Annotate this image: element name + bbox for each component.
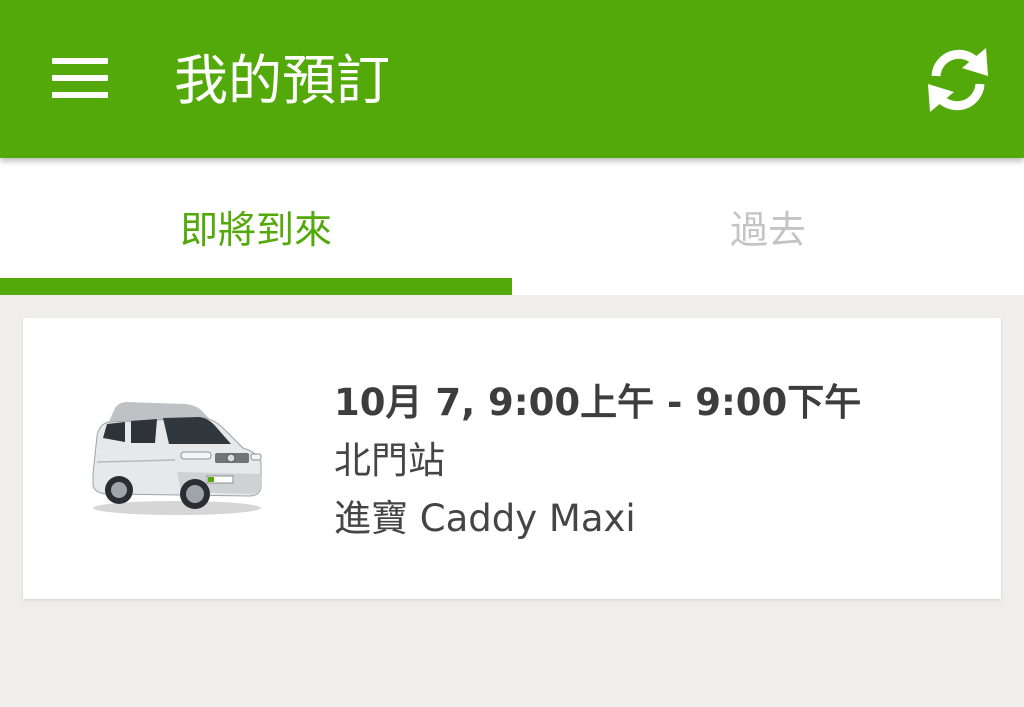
active-tab-indicator [0,278,512,295]
refresh-icon [928,48,988,112]
hamburger-menu-icon [40,46,120,110]
app-bar: 我的預訂 [0,0,1024,158]
page-title: 我的預訂 [174,49,390,112]
tab-upcoming-label: 即將到來 [179,208,332,252]
tab-past-label: 過去 [729,208,806,252]
tab-upcoming[interactable]: 即將到來 [0,158,512,295]
tab-past[interactable]: 過去 [512,158,1024,295]
menu-button[interactable] [40,46,120,110]
reservation-location: 北門站 [334,439,445,482]
reservation-card[interactable]: 10月 7, 9:00上午 - 9:00下午 北門站 進寶 Caddy Maxi [23,318,1001,599]
reservation-datetime: 10月 7, 9:00上午 - 9:00下午 [334,381,862,424]
reservation-vehicle: 進寶 Caddy Maxi [334,497,636,540]
refresh-button[interactable] [914,36,1002,124]
app-screen: 我的預訂 即將到來 過去 10月 7, 9:00上午 - 9:00下午 北門站 … [0,0,1024,707]
tab-bar: 即將到來 過去 [0,158,1024,295]
white-van-image [92,402,262,515]
